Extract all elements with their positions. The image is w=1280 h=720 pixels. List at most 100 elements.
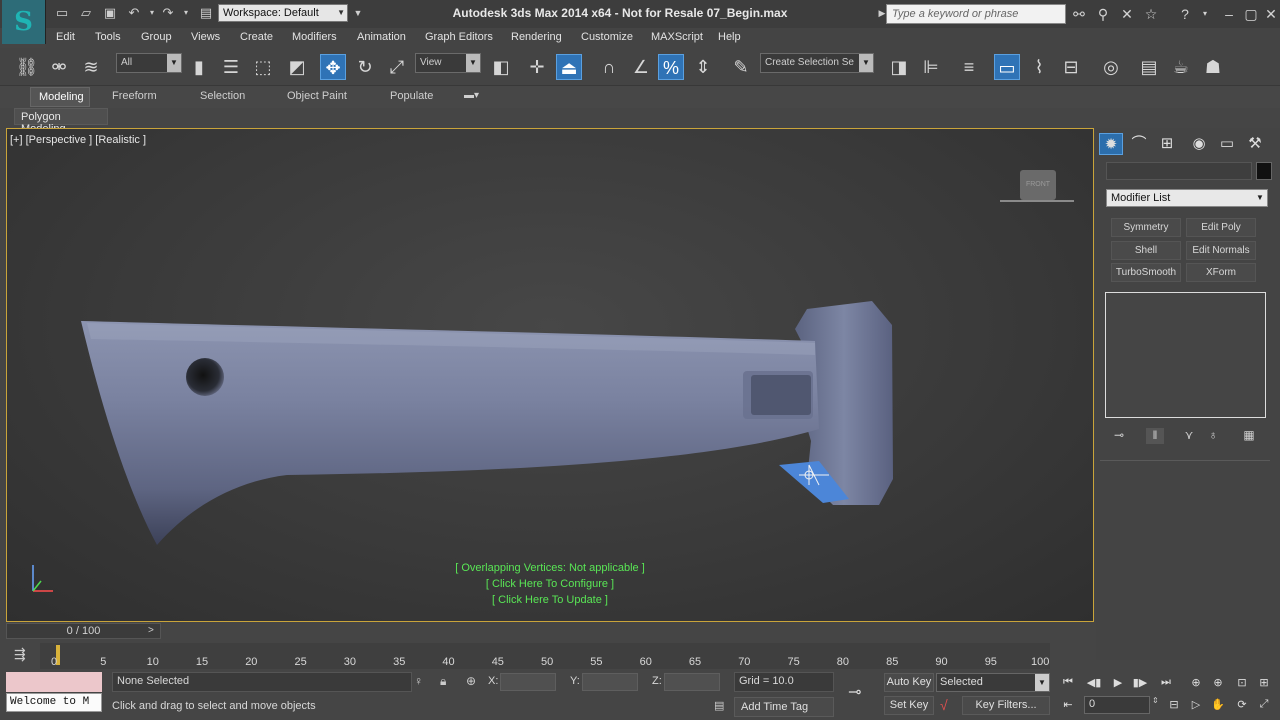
hierarchy-panel-icon[interactable]: ⊞	[1155, 133, 1179, 155]
redo-dropdown-icon[interactable]: ▾	[178, 6, 194, 20]
add-time-tag-button[interactable]: Add Time Tag	[734, 697, 834, 717]
time-configuration-icon[interactable]: ⊟	[1164, 698, 1184, 714]
render-setup-icon[interactable]: ▤	[1136, 54, 1162, 80]
xview-update-link[interactable]: [ Click Here To Update ]	[400, 594, 700, 606]
select-and-scale-icon[interactable]: ⤢	[384, 54, 410, 80]
modifier-stack[interactable]	[1105, 292, 1266, 418]
link-icon[interactable]: ⛓	[14, 54, 40, 80]
tab-modeling[interactable]: Modeling	[30, 87, 90, 107]
tab-selection[interactable]: Selection	[200, 90, 245, 102]
time-slider[interactable]: 0 / 100	[6, 623, 161, 639]
zoom-extents-all-icon[interactable]: ⊞	[1254, 676, 1274, 692]
help-dropdown-icon[interactable]: ▾	[1196, 5, 1214, 23]
maximize-viewport-icon[interactable]: ⤢	[1254, 698, 1274, 714]
app-logo-button[interactable]: S	[2, 0, 46, 44]
current-frame-field[interactable]: 0	[1084, 696, 1150, 714]
go-to-end-icon[interactable]: ⏭	[1156, 676, 1176, 692]
menu-tools[interactable]: Tools	[95, 31, 121, 43]
help-icon[interactable]: ?	[1176, 5, 1194, 23]
zoom-all-icon[interactable]: ⊕	[1208, 676, 1228, 692]
frame-spinner-icon[interactable]: ⇕	[1152, 696, 1159, 705]
auto-key-button[interactable]: Auto Key	[884, 673, 934, 692]
pivot-center-icon[interactable]: ◧	[488, 54, 514, 80]
selection-filter-dropdown[interactable]: All ▼	[116, 53, 182, 73]
create-panel-icon[interactable]: ✹	[1099, 133, 1123, 155]
make-unique-icon[interactable]: ⋎	[1180, 428, 1198, 444]
display-panel-icon[interactable]: ▭	[1215, 133, 1239, 155]
percent-snap-icon[interactable]: %	[658, 54, 684, 80]
isolate-selection-icon[interactable]: ♀	[414, 674, 423, 688]
menu-create[interactable]: Create	[240, 31, 273, 43]
rectangular-selection-icon[interactable]: ⬚	[250, 54, 276, 80]
ribbon-toggle-icon[interactable]: ▭	[994, 54, 1020, 80]
y-coord-field[interactable]	[582, 673, 638, 691]
bind-space-warp-icon[interactable]: ≋	[78, 54, 104, 80]
rendered-frame-window-icon[interactable]: ☕	[1168, 54, 1194, 80]
keyboard-shortcut-override-icon[interactable]: ⏏	[556, 54, 582, 80]
turbosmooth-button[interactable]: TurboSmooth	[1111, 263, 1181, 282]
shell-button[interactable]: Shell	[1111, 241, 1181, 260]
select-manipulate-icon[interactable]: ✛	[524, 54, 550, 80]
object-name-field[interactable]	[1106, 162, 1252, 180]
reference-coordinate-dropdown[interactable]: View ▼	[415, 53, 481, 73]
pin-stack-icon[interactable]: ⊸	[1110, 428, 1128, 444]
time-tag-icon[interactable]: ▤	[714, 699, 724, 712]
communication-center-icon[interactable]: ✕	[1118, 5, 1136, 23]
key-mode-dropdown[interactable]: Selected ▼	[936, 673, 1050, 692]
workspace-dropdown[interactable]: Workspace: Default ▼	[218, 4, 348, 22]
undo-dropdown-icon[interactable]: ▾	[144, 6, 160, 20]
time-next-arrow-icon[interactable]: >	[148, 625, 154, 636]
welcome-text[interactable]: Welcome to M	[6, 693, 102, 712]
curve-editor-icon[interactable]: ⌇	[1026, 54, 1052, 80]
remove-modifier-icon[interactable]: ♁	[1204, 428, 1222, 444]
layer-manager-icon[interactable]: ≡	[956, 54, 982, 80]
redo-icon[interactable]: ↷	[160, 6, 176, 20]
menu-group[interactable]: Group	[141, 31, 172, 43]
edit-named-selection-icon[interactable]: ✎	[728, 54, 754, 80]
mini-curve-editor-icon[interactable]: ⇶	[14, 646, 36, 666]
maximize-icon[interactable]: ▢	[1242, 5, 1260, 23]
modifier-list-dropdown[interactable]: Modifier List ▼	[1106, 189, 1268, 207]
favorites-star-icon[interactable]: ☆	[1142, 5, 1160, 23]
xform-button[interactable]: XForm	[1186, 263, 1256, 282]
select-and-move-icon[interactable]: ✥	[320, 54, 346, 80]
spinner-snap-icon[interactable]: ⇕	[690, 54, 716, 80]
window-crossing-icon[interactable]: ◩	[284, 54, 310, 80]
save-file-icon[interactable]: ▣	[102, 6, 118, 20]
edit-poly-button[interactable]: Edit Poly	[1186, 218, 1256, 237]
edit-normals-button[interactable]: Edit Normals	[1186, 241, 1256, 260]
ribbon-options-icon[interactable]: ▬▾	[464, 90, 479, 101]
open-file-icon[interactable]: ▱	[78, 6, 94, 20]
xview-configure-link[interactable]: [ Click Here To Configure ]	[400, 578, 700, 590]
project-folder-icon[interactable]: ▤	[198, 6, 214, 20]
new-file-icon[interactable]: ▭	[54, 6, 70, 20]
key-mode-toggle-icon[interactable]: ⇤	[1058, 698, 1078, 714]
menu-customize[interactable]: Customize	[581, 31, 633, 43]
undo-icon[interactable]: ↶	[126, 6, 142, 20]
menu-graph-editors[interactable]: Graph Editors	[425, 31, 493, 43]
named-selection-set-dropdown[interactable]: Create Selection Se ▼	[760, 53, 874, 73]
menu-edit[interactable]: Edit	[56, 31, 75, 43]
polygon-modeling-panel[interactable]: Polygon Modeling	[14, 108, 108, 135]
mirror-icon[interactable]: ◨	[886, 54, 912, 80]
field-of-view-icon[interactable]: ▷	[1186, 698, 1206, 714]
schematic-view-icon[interactable]: ⊟	[1058, 54, 1084, 80]
configure-modifier-sets-icon[interactable]: ▦	[1240, 428, 1258, 444]
close-icon[interactable]: ✕	[1262, 5, 1280, 23]
menu-rendering[interactable]: Rendering	[511, 31, 562, 43]
unlink-icon[interactable]: ⚮	[46, 54, 72, 80]
set-key-button[interactable]: Set Key	[884, 696, 934, 715]
z-coord-field[interactable]	[664, 673, 720, 691]
menu-modifiers[interactable]: Modifiers	[292, 31, 337, 43]
show-end-result-icon[interactable]: ‖	[1146, 428, 1164, 444]
zoom-icon[interactable]: ⊕	[1186, 676, 1206, 692]
previous-frame-icon[interactable]: ◀▮	[1084, 676, 1104, 692]
binoculars-icon[interactable]: ⚯	[1070, 5, 1088, 23]
menu-help[interactable]: Help	[718, 31, 741, 43]
subscription-icon[interactable]: ⚲	[1094, 5, 1112, 23]
utilities-panel-icon[interactable]: ⚒	[1243, 133, 1267, 155]
menu-maxscript[interactable]: MAXScript	[651, 31, 703, 43]
object-color-swatch[interactable]	[1256, 162, 1272, 180]
viewport-label[interactable]: [+] [Perspective ] [Realistic ]	[10, 134, 146, 146]
tab-object-paint[interactable]: Object Paint	[287, 90, 347, 102]
